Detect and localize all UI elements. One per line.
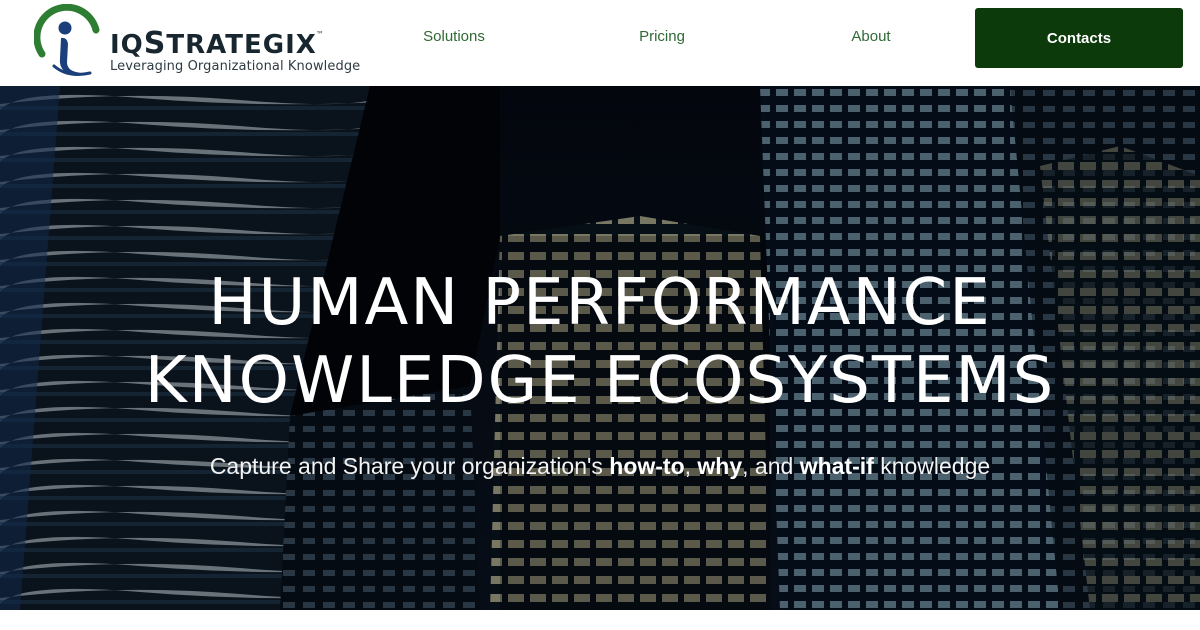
- hero-subtitle-how-to: how-to: [609, 453, 685, 479]
- brand-name: IQSTRATEGIX: [110, 26, 317, 61]
- hero-subtitle-part-1: Capture and Share your organization's: [209, 453, 610, 479]
- brand-name-rest: TRATEGIX: [166, 30, 317, 60]
- hero-subtitle: Capture and Share your organization's ho…: [0, 452, 1200, 480]
- nav-link-about[interactable]: About: [801, 26, 941, 48]
- hero-title: HUMAN PERFORMANCE KNOWLEDGE ECOSYSTEMS: [0, 264, 1200, 420]
- brand-name-iq: IQ: [110, 30, 144, 60]
- nav-link-pricing[interactable]: Pricing: [592, 26, 732, 48]
- hero-title-line-2: KNOWLEDGE ECOSYSTEMS: [144, 344, 1056, 418]
- page-bottom-strip: [0, 610, 1200, 630]
- hero-subtitle-what-if: what-if: [799, 453, 874, 479]
- person-swoosh-icon: [34, 4, 100, 76]
- trademark-mark: ™: [316, 30, 324, 39]
- nav-link-solutions[interactable]: Solutions: [384, 26, 524, 48]
- brand-logo[interactable]: IQSTRATEGIX ™ Leveraging Organizational …: [34, 4, 360, 80]
- brand-name-s: S: [143, 26, 167, 61]
- hero-subtitle-part-4: knowledge: [873, 453, 991, 479]
- hero-section: HUMAN PERFORMANCE KNOWLEDGE ECOSYSTEMS C…: [0, 86, 1200, 610]
- hero-subtitle-part-2: ,: [684, 453, 698, 479]
- brand-tagline: Leveraging Organizational Knowledge: [110, 59, 361, 74]
- hero-subtitle-why: why: [697, 453, 743, 479]
- hero-subtitle-part-3: , and: [742, 453, 800, 479]
- hero-title-line-1: HUMAN PERFORMANCE: [208, 266, 992, 340]
- contacts-button[interactable]: Contacts: [975, 8, 1183, 68]
- site-header: IQSTRATEGIX ™ Leveraging Organizational …: [0, 0, 1200, 86]
